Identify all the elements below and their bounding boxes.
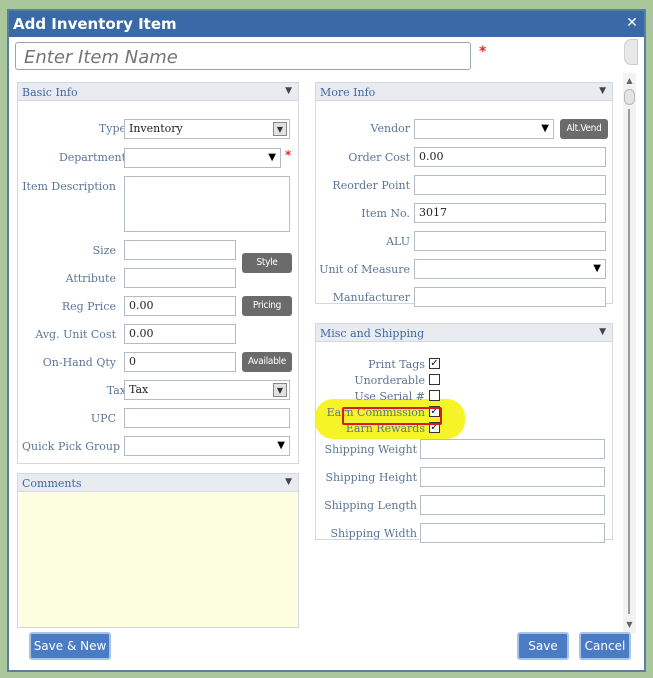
avg-unit-cost-field[interactable]: 0.00 xyxy=(124,324,236,344)
comments-panel: Comments ▼ xyxy=(17,473,299,628)
shipping-height-label: Shipping Height xyxy=(325,471,417,484)
chevron-down-icon[interactable]: ▼ xyxy=(268,152,276,163)
scroll-down-icon[interactable]: ▼ xyxy=(624,619,635,630)
unit-of-measure-select[interactable]: ▼ xyxy=(414,259,606,279)
dropdown-icon[interactable]: ▼ xyxy=(273,122,287,136)
collapse-icon[interactable]: ▼ xyxy=(599,86,606,96)
upc-field[interactable] xyxy=(124,408,290,428)
print-tags-checkbox[interactable]: ✓ xyxy=(429,358,440,369)
shipping-length-field[interactable] xyxy=(420,495,605,515)
size-field[interactable] xyxy=(124,240,236,260)
comments-title: Comments xyxy=(22,477,82,490)
use-serial-checkbox[interactable] xyxy=(429,390,440,401)
annotation-box xyxy=(342,407,442,425)
unorderable-checkbox[interactable] xyxy=(429,374,440,385)
more-info-panel: More Info ▼ Vendor ▼ Alt.Vend Order Cost… xyxy=(315,82,613,307)
attribute-field[interactable] xyxy=(124,268,236,288)
more-info-header[interactable]: More Info ▼ xyxy=(316,83,612,101)
scroll-thumb[interactable] xyxy=(624,89,635,105)
comments-textarea[interactable] xyxy=(19,493,297,627)
reorder-point-field[interactable] xyxy=(414,175,606,195)
window-title: Add Inventory Item xyxy=(13,15,177,33)
reorder-point-label: Reorder Point xyxy=(332,179,410,192)
quick-pick-group-select[interactable]: ▼ xyxy=(124,436,290,456)
order-cost-label: Order Cost xyxy=(348,151,410,164)
on-hand-qty-label: On-Hand Qty xyxy=(42,356,116,369)
quick-pick-group-label: Quick Pick Group xyxy=(22,440,120,453)
misc-shipping-content: Print Tags ✓ Unorderable Use Serial # Ea… xyxy=(315,323,613,543)
available-button[interactable]: Available xyxy=(242,352,292,372)
chevron-down-icon[interactable]: ▼ xyxy=(541,123,549,134)
shipping-width-label: Shipping Width xyxy=(330,527,417,540)
chevron-down-icon[interactable]: ▼ xyxy=(277,440,285,451)
alu-label: ALU xyxy=(386,235,410,248)
button-bar: Save & New Save Cancel xyxy=(19,630,634,662)
attribute-label: Attribute xyxy=(65,272,116,285)
basic-info-title: Basic Info xyxy=(22,86,78,99)
type-value: Inventory xyxy=(129,122,183,135)
pricing-button[interactable]: Pricing xyxy=(242,296,292,316)
item-name-input[interactable] xyxy=(15,42,471,70)
department-select[interactable]: ▼ xyxy=(124,148,281,168)
unorderable-label: Unorderable xyxy=(354,374,425,387)
collapse-icon[interactable]: ▼ xyxy=(285,477,292,487)
department-label: Department xyxy=(58,151,126,164)
add-inventory-dialog: Add Inventory Item ✕ * ▲ ▼ Basic Info ▼ … xyxy=(7,9,646,672)
item-description-label: Item Description xyxy=(22,180,116,193)
vendor-select[interactable]: ▼ xyxy=(414,119,554,139)
collapse-icon[interactable]: ▼ xyxy=(285,86,292,96)
on-hand-qty-field[interactable]: 0 xyxy=(124,352,236,372)
department-required-mark: * xyxy=(285,148,292,162)
dropdown-icon[interactable]: ▼ xyxy=(273,383,287,397)
reg-price-field[interactable]: 0.00 xyxy=(124,296,236,316)
type-label: Type xyxy=(98,122,126,135)
shipping-width-field[interactable] xyxy=(420,523,605,543)
save-button[interactable]: Save xyxy=(517,632,569,660)
use-serial-label: Use Serial # xyxy=(354,390,425,403)
upc-label: UPC xyxy=(90,412,116,425)
vendor-label: Vendor xyxy=(370,122,410,135)
vertical-scrollbar[interactable]: ▲ ▼ xyxy=(623,73,636,633)
item-no-field[interactable]: 3017 xyxy=(414,203,606,223)
shipping-weight-field[interactable] xyxy=(420,439,605,459)
shipping-length-label: Shipping Length xyxy=(324,499,417,512)
item-no-label: Item No. xyxy=(361,207,410,220)
tax-select[interactable]: Tax ▼ xyxy=(124,380,290,400)
reg-price-label: Reg Price xyxy=(61,300,116,313)
shipping-height-field[interactable] xyxy=(420,467,605,487)
print-tags-label: Print Tags xyxy=(368,358,425,371)
chevron-down-icon[interactable]: ▼ xyxy=(593,263,601,274)
more-info-title: More Info xyxy=(320,86,376,99)
manufacturer-field[interactable] xyxy=(414,287,606,307)
size-label: Size xyxy=(92,244,116,257)
scroll-knob[interactable] xyxy=(624,39,638,65)
basic-info-panel: Basic Info ▼ Type Inventory ▼ Department… xyxy=(17,82,299,464)
save-new-button[interactable]: Save & New xyxy=(29,632,111,660)
cancel-button[interactable]: Cancel xyxy=(579,632,631,660)
order-cost-field[interactable]: 0.00 xyxy=(414,147,606,167)
item-description-textarea[interactable] xyxy=(124,176,290,232)
close-icon[interactable]: ✕ xyxy=(624,14,640,32)
alt-vend-button[interactable]: Alt.Vend xyxy=(560,119,608,139)
alu-field[interactable] xyxy=(414,231,606,251)
scroll-up-icon[interactable]: ▲ xyxy=(624,75,635,86)
title-bar: Add Inventory Item ✕ xyxy=(9,11,644,37)
type-select[interactable]: Inventory ▼ xyxy=(124,119,290,139)
manufacturer-label: Manufacturer xyxy=(332,291,410,304)
basic-info-header[interactable]: Basic Info ▼ xyxy=(18,83,298,101)
comments-header[interactable]: Comments ▼ xyxy=(18,474,298,492)
style-button[interactable]: Style xyxy=(242,253,292,273)
scroll-track[interactable] xyxy=(628,109,630,614)
unit-of-measure-label: Unit of Measure xyxy=(319,263,410,276)
avg-unit-cost-label: Avg. Unit Cost xyxy=(35,328,116,341)
item-name-required-mark: * xyxy=(479,44,487,60)
shipping-weight-label: Shipping Weight xyxy=(324,443,417,456)
tax-value: Tax xyxy=(129,383,149,396)
